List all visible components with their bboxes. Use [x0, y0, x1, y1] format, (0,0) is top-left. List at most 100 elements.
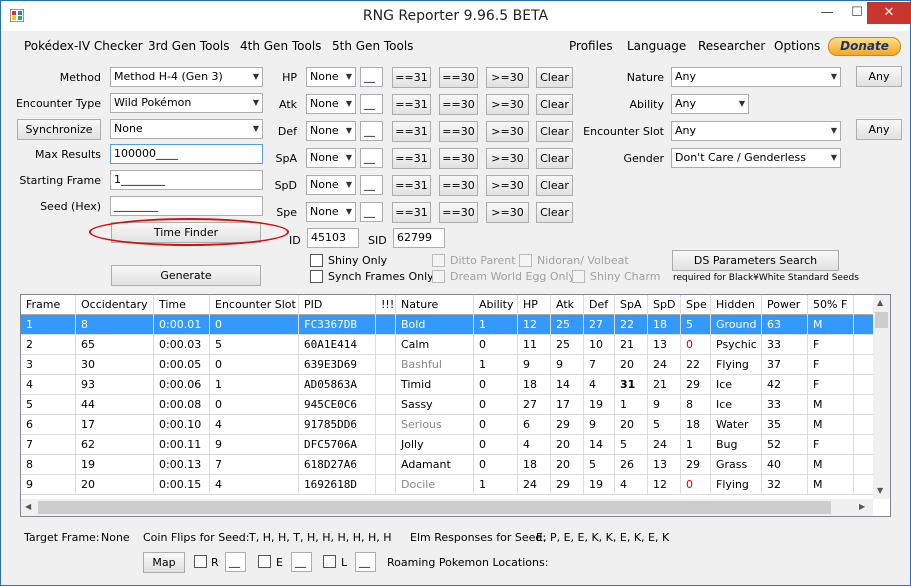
- table-row[interactable]: 9 20 0:00.15 4 1692618D Docile 1 24 29 19 4 12 0 Flyi…: [21, 475, 873, 495]
- scroll-down-icon[interactable]: ▼: [877, 486, 883, 495]
- stat-eq30-button-spd[interactable]: ==30: [439, 175, 478, 196]
- stat-ge30-button-atk[interactable]: >=30: [486, 94, 529, 115]
- column-header[interactable]: !!!: [376, 295, 396, 315]
- stat-value-spe[interactable]: __: [360, 202, 383, 222]
- stat-ge30-button-hp[interactable]: >=30: [486, 67, 529, 88]
- roaming-e-checkbox[interactable]: [258, 555, 271, 568]
- scroll-right-icon[interactable]: ▶: [859, 502, 865, 511]
- menu-profiles[interactable]: Profiles: [569, 39, 613, 53]
- stat-value-spa[interactable]: __: [360, 148, 383, 168]
- table-row[interactable]: 2 65 0:00.03 5 60A1E414 Calm 0 11 25 10 21 13 0 Psych…: [21, 335, 873, 355]
- ds-parameters-button[interactable]: DS Parameters Search: [672, 250, 839, 271]
- stat-eq30-button-spe[interactable]: ==30: [439, 202, 478, 223]
- stat-ge30-button-spe[interactable]: >=30: [486, 202, 529, 223]
- stat-eq31-button-spd[interactable]: ==31: [392, 175, 431, 196]
- id-input[interactable]: 45103: [307, 228, 359, 248]
- table-row[interactable]: 8 19 0:00.13 7 618D27A6 Adamant 0 18 20 5 26 13 29 Gr…: [21, 455, 873, 475]
- stat-combo-atk[interactable]: None ▼: [306, 94, 356, 114]
- roaming-l-checkbox[interactable]: [323, 555, 336, 568]
- menu-3rd-gen-tools[interactable]: 3rd Gen Tools: [148, 39, 229, 53]
- generate-button[interactable]: Generate: [111, 265, 261, 286]
- table-row[interactable]: 3 30 0:00.05 0 639E3D69 Bashful 1 9 9 7 20 24 22 Flyi…: [21, 355, 873, 375]
- encounter-type-combo[interactable]: Wild Pokémon ▼: [110, 93, 263, 113]
- stat-combo-spd[interactable]: None ▼: [306, 175, 356, 195]
- stat-combo-def[interactable]: None ▼: [306, 121, 356, 141]
- column-header[interactable]: Ability: [474, 295, 518, 315]
- stat-ge30-button-spa[interactable]: >=30: [486, 148, 529, 169]
- stat-combo-hp[interactable]: None ▼: [306, 67, 356, 87]
- shiny-only-checkbox[interactable]: [310, 254, 323, 267]
- synchronize-combo[interactable]: None ▼: [110, 119, 263, 139]
- vertical-scroll-thumb[interactable]: [875, 312, 888, 328]
- stat-combo-spa[interactable]: None ▼: [306, 148, 356, 168]
- synch-frames-checkbox[interactable]: [310, 270, 323, 283]
- synchronize-button[interactable]: Synchronize: [17, 119, 101, 140]
- stat-eq30-button-hp[interactable]: ==30: [439, 67, 478, 88]
- roaming-l-input[interactable]: __: [355, 552, 376, 572]
- stat-ge30-button-def[interactable]: >=30: [486, 121, 529, 142]
- seed-hex-input[interactable]: ________: [110, 196, 263, 216]
- horizontal-scrollbar[interactable]: ◀ ▶: [21, 499, 873, 516]
- close-icon[interactable]: ✕: [867, 2, 911, 24]
- column-header[interactable]: Encounter Slot: [210, 295, 299, 315]
- menu-4th-gen-tools[interactable]: 4th Gen Tools: [240, 39, 321, 53]
- roaming-r-input[interactable]: __: [225, 552, 246, 572]
- stat-eq30-button-spa[interactable]: ==30: [439, 148, 478, 169]
- table-row[interactable]: 1 8 0:00.01 0 FC3367DB Bold 1 12 25 27 22 18 5 Ground…: [21, 315, 873, 335]
- table-row[interactable]: 6 17 0:00.10 4 91785DD6 Serious 0 6 29 9 20 5 18 Wate…: [21, 415, 873, 435]
- shiny-charm-checkbox[interactable]: [572, 270, 585, 283]
- column-header[interactable]: SpA: [615, 295, 648, 315]
- stat-value-atk[interactable]: __: [360, 94, 383, 114]
- column-header[interactable]: Hidden: [711, 295, 762, 315]
- method-combo[interactable]: Method H-4 (Gen 3) ▼: [110, 67, 263, 87]
- slot-any-button[interactable]: Any: [856, 119, 902, 140]
- table-row[interactable]: 7 62 0:00.11 9 DFC5706A Jolly 0 4 20 14 5 24 1 Bug 52 F: [21, 435, 873, 455]
- vertical-scrollbar[interactable]: ▲ ▼: [873, 295, 890, 499]
- minimize-icon[interactable]: —: [813, 2, 841, 24]
- column-header[interactable]: PID: [299, 295, 376, 315]
- column-header[interactable]: 50% F: [808, 295, 854, 315]
- stat-eq31-button-def[interactable]: ==31: [392, 121, 431, 142]
- column-header[interactable]: Spe: [681, 295, 711, 315]
- column-header[interactable]: Nature: [396, 295, 474, 315]
- column-header[interactable]: SpD: [648, 295, 681, 315]
- stat-clear-button-spd[interactable]: Clear: [536, 175, 573, 196]
- sid-input[interactable]: 62799: [393, 228, 445, 248]
- column-header[interactable]: Time: [154, 295, 210, 315]
- stat-value-def[interactable]: __: [360, 121, 383, 141]
- stat-eq31-button-hp[interactable]: ==31: [392, 67, 431, 88]
- stat-eq31-button-atk[interactable]: ==31: [392, 94, 431, 115]
- starting-frame-input[interactable]: 1________: [110, 170, 263, 190]
- scroll-left-icon[interactable]: ◀: [25, 502, 31, 511]
- ditto-parent-checkbox[interactable]: [432, 254, 445, 267]
- column-header[interactable]: Frame: [21, 295, 76, 315]
- roaming-r-checkbox[interactable]: [194, 555, 207, 568]
- menu-options[interactable]: Options: [774, 39, 820, 53]
- menu-pokedex-iv-checker[interactable]: Pokédex-IV Checker: [24, 39, 143, 53]
- encounter-slot-combo[interactable]: Any ▼: [671, 121, 841, 141]
- column-header[interactable]: Power: [762, 295, 808, 315]
- column-header[interactable]: Atk: [551, 295, 584, 315]
- stat-eq30-button-atk[interactable]: ==30: [439, 94, 478, 115]
- map-button[interactable]: Map: [143, 552, 185, 573]
- nidoran-volbeat-checkbox[interactable]: [519, 254, 532, 267]
- stat-eq31-button-spe[interactable]: ==31: [392, 202, 431, 223]
- table-row[interactable]: 5 44 0:00.08 0 945CE0C6 Sassy 0 27 17 19 1 9 8 Ice 33 M: [21, 395, 873, 415]
- donate-button[interactable]: Donate: [828, 37, 901, 56]
- results-table[interactable]: Frame Occidentary Time Encounter Slot PID!!!…: [20, 294, 891, 517]
- stat-eq31-button-spa[interactable]: ==31: [392, 148, 431, 169]
- horizontal-scroll-thumb[interactable]: [38, 501, 831, 514]
- menu-5th-gen-tools[interactable]: 5th Gen Tools: [332, 39, 413, 53]
- table-row[interactable]: 4 93 0:00.06 1 AD05863A Timid 0 18 14 4 31 21 29 Ice 4…: [21, 375, 873, 395]
- column-header[interactable]: Occidentary: [76, 295, 154, 315]
- menu-language[interactable]: Language: [627, 39, 686, 53]
- nature-combo[interactable]: Any ▼: [671, 67, 841, 87]
- menu-researcher[interactable]: Researcher: [698, 39, 765, 53]
- scroll-up-icon[interactable]: ▲: [877, 298, 883, 307]
- stat-clear-button-spe[interactable]: Clear: [536, 202, 573, 223]
- stat-value-spd[interactable]: __: [360, 175, 383, 195]
- gender-combo[interactable]: Don't Care / Genderless ▼: [671, 148, 841, 168]
- roaming-e-input[interactable]: __: [291, 552, 312, 572]
- stat-ge30-button-spd[interactable]: >=30: [486, 175, 529, 196]
- dream-world-checkbox[interactable]: [432, 270, 445, 283]
